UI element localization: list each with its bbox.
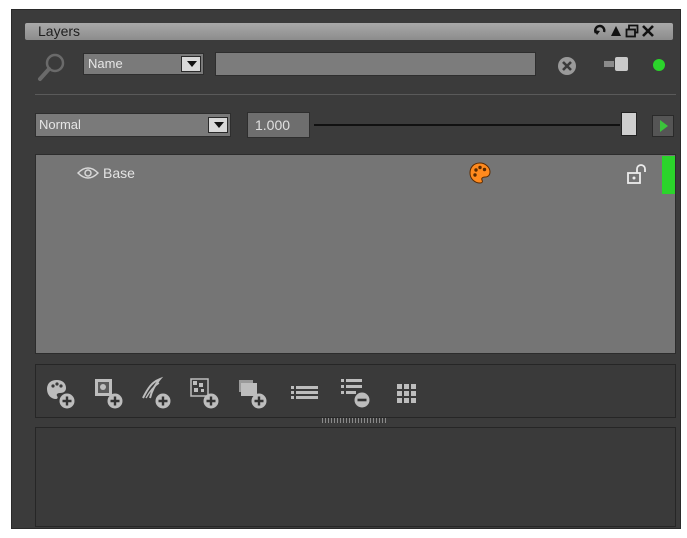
close-icon[interactable] bbox=[641, 24, 655, 38]
remove-layer-icon[interactable] bbox=[338, 376, 372, 410]
clear-search-icon[interactable] bbox=[557, 56, 577, 79]
add-procedural-layer-icon[interactable] bbox=[188, 376, 222, 410]
filter-toggle[interactable] bbox=[604, 56, 640, 75]
eye-icon[interactable] bbox=[76, 166, 100, 183]
divider bbox=[35, 94, 676, 95]
opacity-slider-handle[interactable] bbox=[621, 112, 637, 136]
undo-icon[interactable] bbox=[593, 24, 607, 38]
search-icon[interactable] bbox=[36, 52, 68, 84]
status-indicator-icon bbox=[652, 58, 666, 75]
unlock-icon[interactable] bbox=[626, 163, 648, 188]
opacity-field[interactable]: 1.000 bbox=[247, 112, 310, 138]
opacity-value: 1.000 bbox=[255, 117, 291, 133]
chevron-down-icon[interactable] bbox=[181, 56, 201, 72]
layers-list[interactable]: Base bbox=[35, 154, 676, 354]
blend-mode-value: Normal bbox=[39, 117, 81, 132]
search-input[interactable] bbox=[215, 52, 536, 76]
add-folder-icon[interactable] bbox=[236, 376, 270, 410]
opacity-slider-track[interactable] bbox=[314, 124, 620, 126]
properties-area bbox=[35, 427, 676, 527]
active-layer-indicator bbox=[662, 156, 675, 194]
blend-mode-dropdown[interactable]: Normal bbox=[35, 113, 231, 137]
collapse-icon[interactable] bbox=[609, 24, 623, 38]
title-bar[interactable]: Layers bbox=[25, 23, 673, 40]
undock-icon[interactable] bbox=[625, 24, 639, 38]
search-field-dropdown[interactable]: Name bbox=[83, 53, 204, 75]
play-button[interactable] bbox=[652, 115, 674, 137]
grid-view-icon[interactable] bbox=[392, 376, 426, 410]
add-stroke-layer-icon[interactable] bbox=[140, 376, 174, 410]
layer-row[interactable]: Base bbox=[36, 155, 675, 194]
add-paint-layer-icon[interactable] bbox=[44, 376, 78, 410]
resize-grip[interactable] bbox=[322, 418, 388, 423]
layer-name: Base bbox=[103, 165, 135, 181]
palette-icon[interactable] bbox=[468, 161, 492, 188]
layer-toolbar bbox=[35, 364, 676, 418]
panel-title: Layers bbox=[38, 23, 81, 39]
search-field-value: Name bbox=[88, 56, 123, 71]
add-fill-layer-icon[interactable] bbox=[92, 376, 126, 410]
chevron-down-icon[interactable] bbox=[208, 117, 228, 133]
list-view-icon[interactable] bbox=[288, 376, 322, 410]
